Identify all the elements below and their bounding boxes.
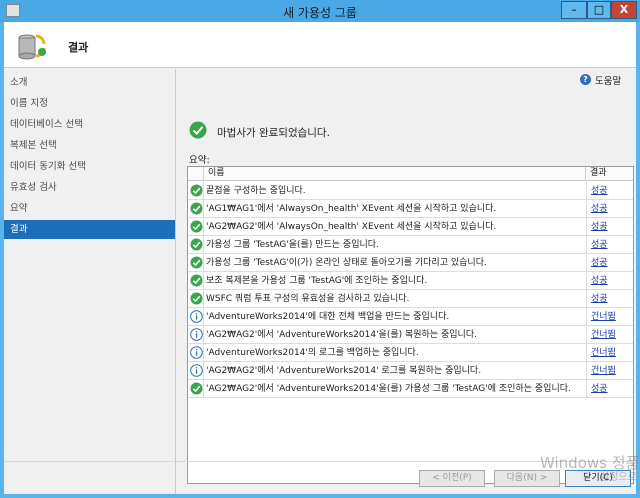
page-title: 결과 <box>68 41 89 54</box>
row-action-name: 'AG1₩AG1'에서 'AlwaysOn_health' XEvent 세션을… <box>206 204 497 214</box>
row-result-link[interactable]: 건너뜀 <box>586 308 633 326</box>
nav-item-databases[interactable]: 데이터베이스 선택 <box>4 115 175 134</box>
cell-divider <box>203 362 204 380</box>
title-bar[interactable]: 새 가용성 그룹 – □ X <box>0 0 640 22</box>
grid-header-icon-col <box>188 167 204 181</box>
cell-divider <box>203 200 204 218</box>
info-icon <box>190 310 203 323</box>
table-row[interactable]: 'AdventureWorks2014'에 대한 전체 백업을 만드는 중입니다… <box>188 308 633 326</box>
nav-item-name[interactable]: 이름 지정 <box>4 94 175 113</box>
row-action-name: 'AdventureWorks2014'의 로그를 백업하는 중입니다. <box>206 348 419 358</box>
row-result-link[interactable]: 건너뜀 <box>586 344 633 362</box>
table-row[interactable]: WSFC 쿼럼 투표 구성의 유효성을 검사하고 있습니다. 성공 <box>188 290 633 308</box>
row-action-name: 'AG2₩AG2'에서 'AlwaysOn_health' XEvent 세션을… <box>206 222 497 232</box>
row-result-link[interactable]: 성공 <box>586 218 633 236</box>
table-row[interactable]: 'AdventureWorks2014'의 로그를 백업하는 중입니다. 건너뜀 <box>188 344 633 362</box>
success-check-icon <box>190 274 203 287</box>
table-row[interactable]: 'AG2₩AG2'에서 'AdventureWorks2014'을(를) 가용성… <box>188 380 633 398</box>
row-action-name: 가용성 그룹 'TestAG'을(를) 만드는 중입니다. <box>206 240 379 250</box>
info-icon <box>190 328 203 341</box>
row-result-link[interactable]: 성공 <box>586 380 633 398</box>
summary-label: 요약: <box>189 155 210 166</box>
window-title: 새 가용성 그룹 <box>283 6 357 20</box>
success-check-icon <box>190 292 203 305</box>
grid-header-result[interactable]: 결과 <box>586 167 633 181</box>
row-result-link[interactable]: 성공 <box>586 290 633 308</box>
nav-item-data-sync[interactable]: 데이터 동기화 선택 <box>4 157 175 176</box>
page-header: 결과 <box>4 22 636 68</box>
cell-divider <box>203 326 204 344</box>
row-result-link[interactable]: 성공 <box>586 200 633 218</box>
table-row[interactable]: 'AG2₩AG2'에서 'AdventureWorks2014'을(를) 복원하… <box>188 326 633 344</box>
minimize-button[interactable]: – <box>561 1 587 19</box>
nav-item-validation[interactable]: 유효성 검사 <box>4 178 175 197</box>
success-check-icon <box>190 382 203 395</box>
success-check-icon <box>190 256 203 269</box>
results-panel: ? 도움말 마법사가 완료되었습니다. 요약: 이름 결과 끝점을 구성하는 중… <box>177 69 636 494</box>
activation-watermark-sub: 설정으로 <box>600 472 637 483</box>
help-link[interactable]: 도움말 <box>595 73 621 87</box>
nav-item-results[interactable]: 결과 <box>4 220 175 239</box>
row-action-name: 'AG2₩AG2'에서 'AdventureWorks2014'을(를) 복원하… <box>206 330 477 340</box>
results-grid[interactable]: 이름 결과 끝점을 구성하는 중입니다. 성공 'AG1₩AG1'에서 'Alway… <box>187 166 634 484</box>
cell-divider <box>203 218 204 236</box>
cell-divider <box>203 344 204 362</box>
cell-divider <box>203 380 204 398</box>
row-result-link[interactable]: 성공 <box>586 182 633 200</box>
grid-header-name[interactable]: 이름 <box>204 167 586 181</box>
prev-button[interactable]: < 이전(P) <box>419 470 485 487</box>
table-row[interactable]: 'AG1₩AG1'에서 'AlwaysOn_health' XEvent 세션을… <box>188 200 633 218</box>
nav-item-intro[interactable]: 소개 <box>4 73 175 92</box>
row-result-link[interactable]: 성공 <box>586 272 633 290</box>
table-row[interactable]: 가용성 그룹 'TestAG'이(가) 온라인 상태로 돌아오기를 기다리고 있… <box>188 254 633 272</box>
row-result-link[interactable]: 성공 <box>586 254 633 272</box>
row-action-name: 보조 복제본을 가용성 그룹 'TestAG'에 조인하는 중입니다. <box>206 276 428 286</box>
row-result-link[interactable]: 건너뜀 <box>586 362 633 380</box>
row-result-link[interactable]: 성공 <box>586 236 633 254</box>
table-row[interactable]: 'AG2₩AG2'에서 'AdventureWorks2014' 로그를 복원하… <box>188 362 633 380</box>
help-icon[interactable]: ? <box>580 74 591 85</box>
cell-divider <box>203 254 204 272</box>
grid-header: 이름 결과 <box>188 167 633 181</box>
cell-divider <box>203 308 204 326</box>
row-action-name: 'AG2₩AG2'에서 'AdventureWorks2014' 로그를 복원하… <box>206 366 482 376</box>
completion-message: 마법사가 완료되었습니다. <box>217 127 330 139</box>
table-row[interactable]: 가용성 그룹 'TestAG'을(를) 만드는 중입니다. 성공 <box>188 236 633 254</box>
row-result-link[interactable]: 건너뜀 <box>586 326 633 344</box>
row-action-name: 'AdventureWorks2014'에 대한 전체 백업을 만드는 중입니다… <box>206 312 450 322</box>
wizard-window: 새 가용성 그룹 – □ X 결과 소개 이름 지정 데이터베이스 선택 복제본… <box>0 0 640 498</box>
close-window-button[interactable]: X <box>611 1 637 19</box>
cell-divider <box>203 182 204 200</box>
table-row[interactable]: 보조 복제본을 가용성 그룹 'TestAG'에 조인하는 중입니다. 성공 <box>188 272 633 290</box>
info-icon <box>190 364 203 377</box>
success-check-icon <box>189 121 207 139</box>
row-action-name: 'AG2₩AG2'에서 'AdventureWorks2014'을(를) 가용성… <box>206 384 571 394</box>
table-row[interactable]: 끝점을 구성하는 중입니다. 성공 <box>188 182 633 200</box>
wizard-client-area: 결과 소개 이름 지정 데이터베이스 선택 복제본 선택 데이터 동기화 선택 … <box>4 22 636 494</box>
maximize-button[interactable]: □ <box>587 1 611 19</box>
row-action-name: WSFC 쿼럼 투표 구성의 유효성을 검사하고 있습니다. <box>206 294 410 304</box>
success-check-icon <box>190 184 203 197</box>
row-action-name: 끝점을 구성하는 중입니다. <box>206 186 306 196</box>
database-sync-icon <box>18 34 46 60</box>
table-row[interactable]: 'AG2₩AG2'에서 'AlwaysOn_health' XEvent 세션을… <box>188 218 633 236</box>
info-icon <box>190 346 203 359</box>
cell-divider <box>203 272 204 290</box>
nav-item-replicas[interactable]: 복제본 선택 <box>4 136 175 155</box>
row-action-name: 가용성 그룹 'TestAG'이(가) 온라인 상태로 돌아오기를 기다리고 있… <box>206 258 487 268</box>
success-check-icon <box>190 238 203 251</box>
success-check-icon <box>190 202 203 215</box>
wizard-nav: 소개 이름 지정 데이터베이스 선택 복제본 선택 데이터 동기화 선택 유효성… <box>4 69 176 494</box>
nav-item-summary[interactable]: 요약 <box>4 199 175 218</box>
success-check-icon <box>190 220 203 233</box>
cell-divider <box>203 290 204 308</box>
cell-divider <box>203 236 204 254</box>
